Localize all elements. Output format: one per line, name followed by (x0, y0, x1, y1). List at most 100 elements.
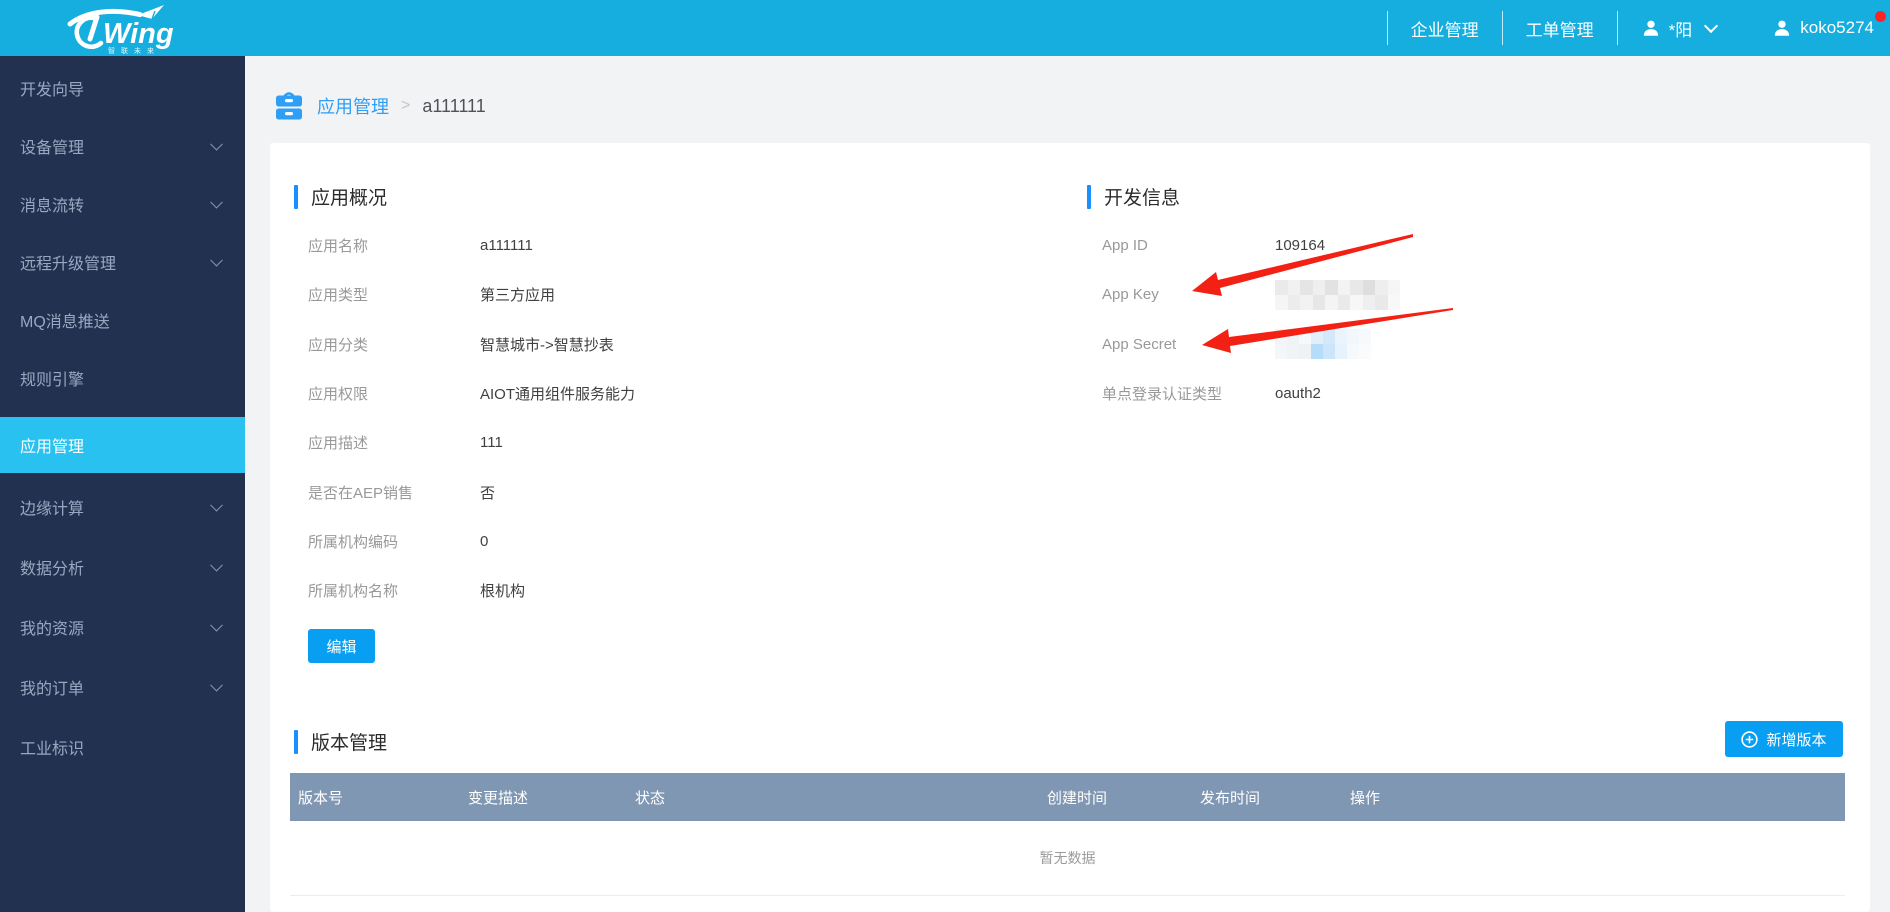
overview-section-title: 应用概况 (294, 183, 387, 210)
sidebar-item-label: 消息流转 (20, 192, 84, 216)
column-header: 创建时间 (1039, 787, 1192, 808)
nav-enterprise-management[interactable]: 企业管理 (1411, 16, 1479, 41)
chevron-down-icon (210, 679, 223, 692)
section-title-text: 应用概况 (311, 183, 387, 210)
user-name: *阳 (1669, 16, 1693, 41)
field-row: 是否在AEP销售否 (308, 467, 635, 516)
chevron-down-icon (210, 254, 223, 267)
field-label: 应用分类 (308, 334, 480, 355)
field-value: a111111 (480, 237, 533, 254)
field-label: App Key (1102, 286, 1275, 303)
section-title-text: 版本管理 (311, 728, 387, 755)
field-value: 第三方应用 (480, 284, 555, 305)
overview-fields: 应用名称a111111 应用类型第三方应用 应用分类智慧城市->智慧抄表 应用权… (308, 221, 635, 615)
field-label: 所属机构编码 (308, 531, 480, 552)
notification-badge (1875, 11, 1886, 22)
page-root: Wing 智联未来 企业管理 工单管理 *阳 (0, 0, 1890, 912)
sidebar-item-app-management[interactable]: 应用管理 (0, 417, 245, 473)
field-label: 应用名称 (308, 235, 480, 256)
field-row: 所属机构编码0 (308, 517, 635, 566)
app-detail-card: 应用概况 应用名称a111111 应用类型第三方应用 应用分类智慧城市->智慧抄… (270, 143, 1870, 912)
divider (1502, 11, 1503, 45)
sidebar-item-label: 开发向导 (20, 76, 84, 100)
divider (1617, 11, 1618, 45)
sidebar-item-device-management[interactable]: 设备管理 (0, 117, 245, 175)
chevron-down-icon (210, 499, 223, 512)
chevron-down-icon (210, 559, 223, 572)
breadcrumb: 应用管理 > a111111 (275, 84, 486, 128)
chevron-down-icon (210, 138, 223, 151)
sidebar-item-message-flow[interactable]: 消息流转 (0, 175, 245, 233)
divider (1387, 11, 1388, 45)
breadcrumb-separator: > (401, 97, 410, 115)
field-row: App ID 109164 (1102, 221, 1400, 270)
ctwing-logo-icon: Wing 智联未来 (56, 2, 196, 54)
devinfo-fields: App ID 109164 App Key App Secret 单点登录认证类… (1102, 221, 1400, 418)
column-header: 发布时间 (1192, 787, 1342, 808)
sidebar-item-my-resources[interactable]: 我的资源 (0, 597, 245, 657)
field-value: AIOT通用组件服务能力 (480, 383, 635, 404)
field-value: 否 (480, 482, 495, 503)
brand-subtitle: 智联未来 (108, 46, 160, 54)
field-row: App Key (1102, 270, 1400, 319)
field-label: 应用描述 (308, 432, 480, 453)
versions-table: 版本号 变更描述 状态 创建时间 发布时间 操作 暂无数据 (290, 773, 1845, 896)
field-value: 智慧城市->智慧抄表 (480, 334, 614, 355)
field-value: 111 (480, 434, 503, 451)
field-label: App ID (1102, 237, 1275, 254)
field-row: 应用类型第三方应用 (308, 270, 635, 319)
sidebar-item-label: 设备管理 (20, 134, 84, 158)
field-row: App Secret (1102, 320, 1400, 369)
top-bar: Wing 智联未来 企业管理 工单管理 *阳 (0, 0, 1890, 56)
edit-button[interactable]: 编辑 (308, 629, 375, 663)
sidebar-item-remote-upgrade[interactable]: 远程升级管理 (0, 233, 245, 291)
sidebar-item-label: 远程升级管理 (20, 250, 116, 274)
ctwing-logo[interactable]: Wing 智联未来 (56, 2, 196, 54)
sidebar-item-industrial-id[interactable]: 工业标识 (0, 717, 245, 777)
field-label: App Secret (1102, 336, 1275, 353)
field-row: 应用名称a111111 (308, 221, 635, 270)
column-header: 状态 (627, 787, 1039, 808)
account-menu[interactable]: koko5274 (1772, 18, 1874, 38)
sidebar-item-mq-push[interactable]: MQ消息推送 (0, 291, 245, 349)
topbar-nav: 企业管理 工单管理 *阳 koko5274 (1364, 11, 1890, 45)
chevron-down-icon (210, 619, 223, 632)
section-accent-bar (1087, 185, 1091, 209)
current-user-menu[interactable]: *阳 (1641, 16, 1717, 41)
chevron-down-icon (210, 196, 223, 209)
add-version-label: 新增版本 (1766, 729, 1826, 750)
sidebar-item-label: 我的资源 (20, 615, 84, 639)
column-header: 操作 (1342, 787, 1845, 808)
sidebar-item-my-orders[interactable]: 我的订单 (0, 657, 245, 717)
field-label: 所属机构名称 (308, 580, 480, 601)
sidebar-item-rule-engine[interactable]: 规则引擎 (0, 349, 245, 407)
sidebar-item-label: 工业标识 (20, 735, 84, 759)
field-value: 109164 (1275, 237, 1325, 254)
field-row: 应用描述111 (308, 418, 635, 467)
breadcrumb-parent[interactable]: 应用管理 (317, 93, 389, 119)
column-header: 变更描述 (460, 787, 627, 808)
section-title-text: 开发信息 (1104, 183, 1180, 210)
app-key-redacted-value (1275, 280, 1400, 310)
sidebar-item-edge-computing[interactable]: 边缘计算 (0, 477, 245, 537)
field-row: 应用分类智慧城市->智慧抄表 (308, 320, 635, 369)
field-value: oauth2 (1275, 385, 1321, 402)
field-value: 根机构 (480, 580, 525, 601)
sidebar-item-data-analysis[interactable]: 数据分析 (0, 537, 245, 597)
field-value: 0 (480, 533, 488, 550)
circle-plus-icon (1741, 731, 1758, 748)
field-label: 应用权限 (308, 383, 480, 404)
user-icon (1772, 18, 1792, 38)
nav-workorder-management[interactable]: 工单管理 (1526, 16, 1594, 41)
add-version-button[interactable]: 新增版本 (1725, 721, 1843, 757)
versions-section-title: 版本管理 (294, 728, 387, 755)
brand-name: Wing (103, 18, 174, 50)
column-header: 版本号 (290, 787, 460, 808)
empty-state: 暂无数据 (290, 821, 1845, 896)
sidebar-item-label: 数据分析 (20, 555, 84, 579)
field-label: 应用类型 (308, 284, 480, 305)
sidebar-item-dev-guide[interactable]: 开发向导 (0, 59, 245, 117)
sidebar-item-label: 我的订单 (20, 675, 84, 699)
sidebar-item-label: MQ消息推送 (20, 308, 110, 332)
devinfo-section-title: 开发信息 (1087, 183, 1180, 210)
